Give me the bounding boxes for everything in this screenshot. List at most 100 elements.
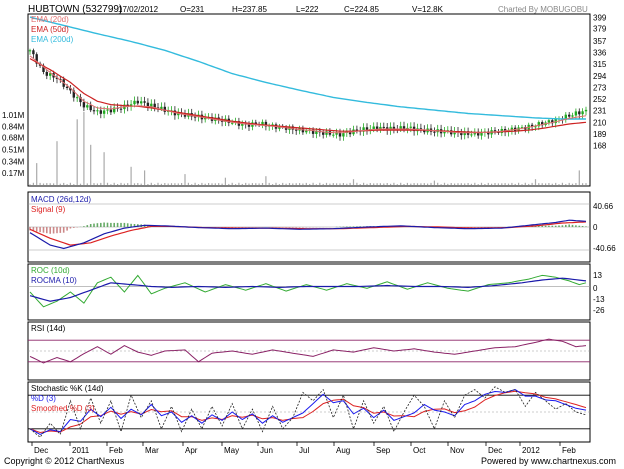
volume-bar xyxy=(504,183,506,185)
x-axis: Dec 2011 Feb Mar Apr May Jun Jul Aug Sep Oct Nov Dec… xyxy=(31,442,576,455)
volume-bar xyxy=(363,182,365,185)
volume-bar xyxy=(531,182,533,185)
volume-bar xyxy=(386,183,388,185)
volume-bar xyxy=(133,183,136,185)
volume-bar xyxy=(555,182,557,185)
price-tick-label: 379 xyxy=(593,25,607,34)
candle-body xyxy=(89,105,92,111)
volume-bar xyxy=(214,183,216,185)
volume-bar xyxy=(268,182,270,185)
volume-bar xyxy=(93,183,95,185)
volume-bar xyxy=(565,184,567,185)
volume-bar xyxy=(514,183,516,185)
volume-bar xyxy=(248,183,250,185)
volume-bar xyxy=(477,184,479,185)
volume-bar xyxy=(538,183,540,185)
volume-bar xyxy=(272,184,274,185)
volume-bar xyxy=(305,182,307,185)
candle-body xyxy=(99,110,102,114)
macd-tick-top: 40.66 xyxy=(593,202,614,211)
volume-bar xyxy=(575,183,577,185)
volume-bar xyxy=(238,182,240,185)
volume-bar xyxy=(76,119,78,185)
candle-body xyxy=(295,129,298,131)
candle-body xyxy=(86,105,89,108)
volume-bar xyxy=(167,183,169,185)
legend-rsi: RSI (14d) xyxy=(31,324,66,333)
volume-bar xyxy=(255,183,257,185)
volume-bar xyxy=(204,183,206,185)
volume-bar xyxy=(524,182,526,185)
candle-body xyxy=(143,101,146,103)
volume-bar xyxy=(467,183,469,185)
roc-panel xyxy=(27,263,591,321)
volume-bar xyxy=(568,182,570,185)
volume-bar xyxy=(197,184,200,185)
roc-tick-neg26: -26 xyxy=(593,306,605,315)
volume-bar xyxy=(130,166,132,186)
powered-by-label: Powered by www.chartnexus.com xyxy=(481,456,616,466)
volume-bar xyxy=(548,183,550,185)
volume-bar xyxy=(396,184,398,185)
x-axis-label: Dec xyxy=(34,446,48,455)
volume-bar xyxy=(369,183,371,185)
candle-body xyxy=(305,130,308,133)
volume-axis: 1.01M 0.84M 0.68M 0.51M 0.34M 0.17M xyxy=(2,111,25,178)
volume-bar xyxy=(359,184,361,185)
candle-body xyxy=(470,134,473,136)
macd-tick-zero: 0 xyxy=(593,223,598,232)
volume-bar xyxy=(144,170,146,185)
price-tick-label: 315 xyxy=(593,60,607,69)
candle-body xyxy=(382,126,385,128)
volume-bar xyxy=(373,183,375,185)
copyright-label: Copyright © 2012 ChartNexus xyxy=(4,456,125,466)
volume-bar xyxy=(73,184,75,185)
volume-bar xyxy=(518,182,520,185)
volume-bar xyxy=(406,182,408,185)
volume-bar xyxy=(36,163,38,185)
volume-bar xyxy=(174,183,176,185)
volume-bar xyxy=(457,183,459,185)
legend-stoch-k: Stochastic %K (14d) xyxy=(31,384,104,393)
x-axis-label: May xyxy=(224,446,239,455)
high-label: H=237.85 xyxy=(232,5,267,14)
price-tick-label: 273 xyxy=(593,83,607,92)
roc-tick-neg13: -13 xyxy=(593,295,605,304)
volume-bar xyxy=(545,183,547,185)
volume-bar xyxy=(309,183,311,185)
volume-bar xyxy=(224,177,226,185)
volume-bar xyxy=(413,183,415,185)
volume-bar xyxy=(582,183,584,185)
volume-bar xyxy=(437,182,439,185)
volume-bar xyxy=(558,184,560,185)
legend-stoch-sd: Smoothed %D (3) xyxy=(31,404,95,413)
volume-bar xyxy=(170,183,173,185)
volume-bar xyxy=(140,183,142,185)
volume-bar xyxy=(403,184,405,185)
candle-body xyxy=(342,133,345,137)
volume-bar xyxy=(53,183,55,185)
volume-tick-label: 0.51M xyxy=(2,146,25,155)
volume-bar xyxy=(83,112,85,185)
volume-bar xyxy=(376,183,378,185)
volume-bar xyxy=(127,183,129,185)
volume-bar xyxy=(194,182,196,185)
volume-bar xyxy=(460,183,462,185)
volume-bar xyxy=(315,184,317,185)
volume-bar xyxy=(42,183,45,185)
candle-body xyxy=(76,97,79,99)
legend-ema20: EMA (20d) xyxy=(31,15,69,24)
volume-bar xyxy=(39,182,41,185)
price-tick-label: 231 xyxy=(593,107,607,116)
volume-bar xyxy=(494,183,496,185)
legend-stoch-d: %D (3) xyxy=(31,394,56,403)
volume-bar xyxy=(427,183,429,185)
candle-body xyxy=(136,100,139,104)
volume-bar xyxy=(113,182,115,185)
volume-bar xyxy=(157,182,159,185)
volume-bar xyxy=(346,183,348,185)
volume-tick-label: 1.01M xyxy=(2,111,25,120)
volume-bar xyxy=(491,183,493,185)
volume-bar xyxy=(282,182,284,185)
volume-bar xyxy=(46,183,48,185)
